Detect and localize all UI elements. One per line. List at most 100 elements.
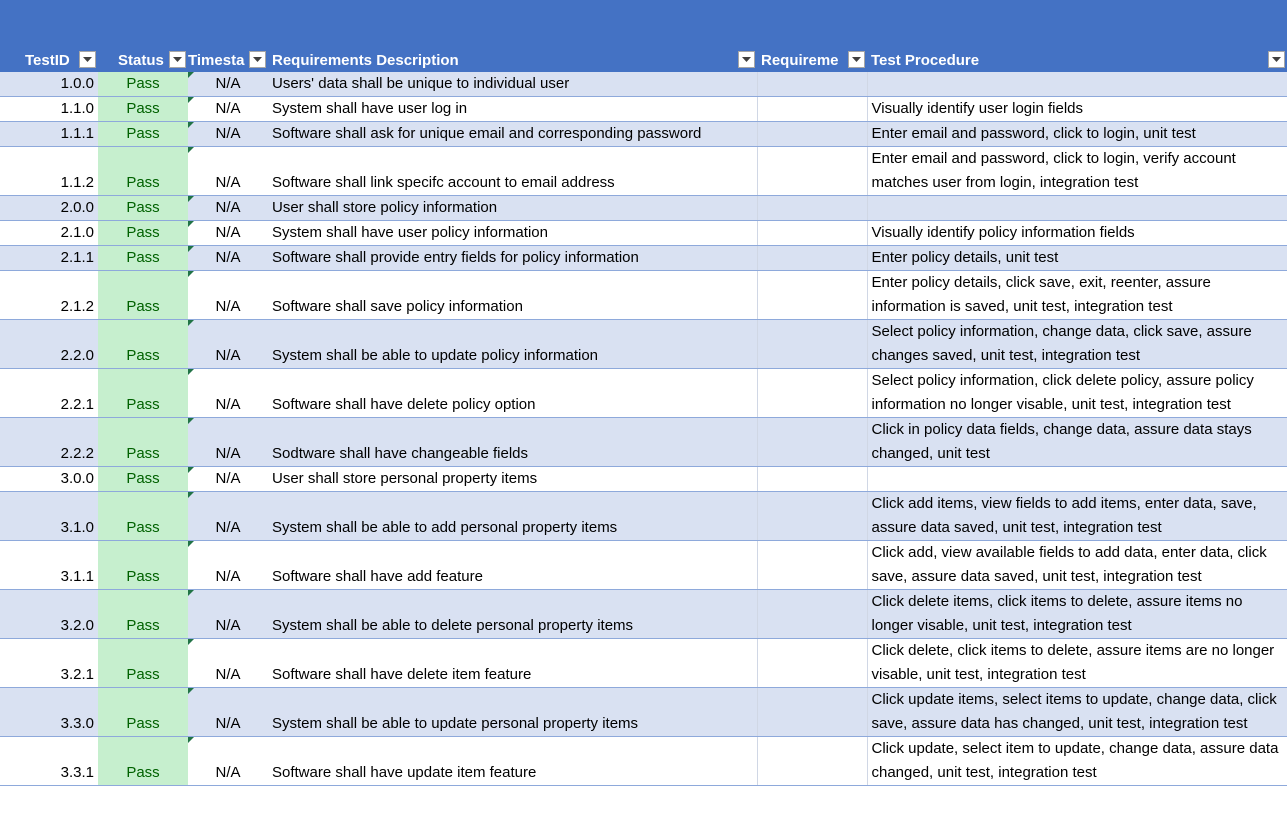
cell-timestamp[interactable]: N/A (188, 540, 268, 590)
cell-test-procedure[interactable]: Select policy information, change data, … (867, 319, 1287, 369)
cell-status[interactable]: Pass (98, 195, 188, 221)
cell-testid[interactable]: 3.3.1 (0, 736, 98, 786)
cell-timestamp[interactable]: N/A (188, 417, 268, 467)
cell-timestamp[interactable]: N/A (188, 96, 268, 122)
cell-requirement[interactable] (757, 466, 868, 492)
cell-status[interactable]: Pass (98, 368, 188, 418)
cell-testid[interactable]: 3.1.0 (0, 491, 98, 541)
cell-status[interactable]: Pass (98, 638, 188, 688)
cell-timestamp[interactable]: N/A (188, 245, 268, 271)
cell-status[interactable]: Pass (98, 96, 188, 122)
column-header-status[interactable]: Status (98, 49, 188, 72)
cell-requirement[interactable] (757, 72, 868, 97)
cell-status[interactable]: Pass (98, 491, 188, 541)
filter-dropdown-icon[interactable] (848, 51, 865, 68)
cell-requirement[interactable] (757, 736, 868, 786)
cell-requirement[interactable] (757, 245, 868, 271)
cell-testid[interactable]: 2.2.0 (0, 319, 98, 369)
cell-requirement[interactable] (757, 540, 868, 590)
cell-requirement-description[interactable]: Sodtware shall have changeable fields (268, 417, 758, 467)
column-header-requirement[interactable]: Requireme (757, 49, 867, 72)
cell-testid[interactable]: 3.2.1 (0, 638, 98, 688)
filter-dropdown-icon[interactable] (249, 51, 266, 68)
cell-timestamp[interactable]: N/A (188, 195, 268, 221)
cell-testid[interactable]: 1.1.1 (0, 121, 98, 147)
cell-requirement[interactable] (757, 687, 868, 737)
cell-requirement-description[interactable]: System shall be able to update policy in… (268, 319, 758, 369)
cell-requirement[interactable] (757, 146, 868, 196)
cell-status[interactable]: Pass (98, 687, 188, 737)
cell-requirement-description[interactable]: Software shall ask for unique email and … (268, 121, 758, 147)
cell-requirement[interactable] (757, 96, 868, 122)
cell-status[interactable]: Pass (98, 417, 188, 467)
filter-dropdown-icon[interactable] (169, 51, 186, 68)
cell-requirement-description[interactable]: System shall have user policy informatio… (268, 220, 758, 246)
cell-requirement-description[interactable]: Software shall provide entry fields for … (268, 245, 758, 271)
cell-test-procedure[interactable]: Enter policy details, click save, exit, … (867, 270, 1287, 320)
cell-status[interactable]: Pass (98, 146, 188, 196)
cell-test-procedure[interactable] (867, 466, 1287, 492)
cell-requirement-description[interactable]: User shall store personal property items (268, 466, 758, 492)
cell-test-procedure[interactable]: Visually identify policy information fie… (867, 220, 1287, 246)
cell-testid[interactable]: 2.2.1 (0, 368, 98, 418)
cell-timestamp[interactable]: N/A (188, 270, 268, 320)
cell-timestamp[interactable]: N/A (188, 121, 268, 147)
cell-test-procedure[interactable]: Click add items, view fields to add item… (867, 491, 1287, 541)
cell-requirement[interactable] (757, 589, 868, 639)
cell-requirement-description[interactable]: Software shall have delete policy option (268, 368, 758, 418)
cell-requirement-description[interactable]: Software shall save policy information (268, 270, 758, 320)
cell-timestamp[interactable]: N/A (188, 368, 268, 418)
column-header-test-procedure[interactable]: Test Procedure (867, 49, 1287, 72)
cell-status[interactable]: Pass (98, 466, 188, 492)
cell-requirement[interactable] (757, 195, 868, 221)
cell-timestamp[interactable]: N/A (188, 736, 268, 786)
cell-status[interactable]: Pass (98, 220, 188, 246)
filter-dropdown-icon[interactable] (738, 51, 755, 68)
cell-testid[interactable]: 1.0.0 (0, 72, 98, 97)
cell-requirement-description[interactable]: User shall store policy information (268, 195, 758, 221)
cell-testid[interactable]: 2.2.2 (0, 417, 98, 467)
cell-testid[interactable]: 3.2.0 (0, 589, 98, 639)
cell-testid[interactable]: 2.1.1 (0, 245, 98, 271)
cell-test-procedure[interactable]: Click add, view available fields to add … (867, 540, 1287, 590)
cell-timestamp[interactable]: N/A (188, 146, 268, 196)
cell-test-procedure[interactable]: Select policy information, click delete … (867, 368, 1287, 418)
cell-requirement[interactable] (757, 417, 868, 467)
cell-status[interactable]: Pass (98, 121, 188, 147)
cell-timestamp[interactable]: N/A (188, 687, 268, 737)
cell-status[interactable]: Pass (98, 589, 188, 639)
cell-status[interactable]: Pass (98, 245, 188, 271)
filter-dropdown-icon[interactable] (79, 51, 96, 68)
cell-requirement[interactable] (757, 220, 868, 246)
cell-testid[interactable]: 2.1.0 (0, 220, 98, 246)
cell-requirement-description[interactable]: Users' data shall be unique to individua… (268, 72, 758, 97)
cell-requirement-description[interactable]: System shall have user log in (268, 96, 758, 122)
column-header-timestamp[interactable]: Timesta (188, 49, 268, 72)
cell-test-procedure[interactable] (867, 72, 1287, 97)
cell-requirement[interactable] (757, 121, 868, 147)
cell-test-procedure[interactable]: Enter email and password, click to login… (867, 146, 1287, 196)
cell-test-procedure[interactable]: Enter email and password, click to login… (867, 121, 1287, 147)
cell-status[interactable]: Pass (98, 319, 188, 369)
cell-requirement-description[interactable]: Software shall link specifc account to e… (268, 146, 758, 196)
filter-dropdown-icon[interactable] (1268, 51, 1285, 68)
cell-requirement-description[interactable]: Software shall have add feature (268, 540, 758, 590)
cell-test-procedure[interactable]: Click update items, select items to upda… (867, 687, 1287, 737)
cell-testid[interactable]: 1.1.2 (0, 146, 98, 196)
column-header-testid[interactable]: TestID (0, 49, 98, 72)
cell-status[interactable]: Pass (98, 270, 188, 320)
column-header-requirements-description[interactable]: Requirements Description (268, 49, 757, 72)
cell-test-procedure[interactable] (867, 195, 1287, 221)
cell-testid[interactable]: 2.1.2 (0, 270, 98, 320)
cell-status[interactable]: Pass (98, 540, 188, 590)
cell-requirement-description[interactable]: System shall be able to add personal pro… (268, 491, 758, 541)
cell-requirement[interactable] (757, 491, 868, 541)
cell-timestamp[interactable]: N/A (188, 220, 268, 246)
cell-timestamp[interactable]: N/A (188, 491, 268, 541)
cell-requirement-description[interactable]: System shall be able to delete personal … (268, 589, 758, 639)
cell-testid[interactable]: 2.0.0 (0, 195, 98, 221)
cell-testid[interactable]: 3.0.0 (0, 466, 98, 492)
cell-testid[interactable]: 3.1.1 (0, 540, 98, 590)
cell-timestamp[interactable]: N/A (188, 589, 268, 639)
cell-timestamp[interactable]: N/A (188, 638, 268, 688)
